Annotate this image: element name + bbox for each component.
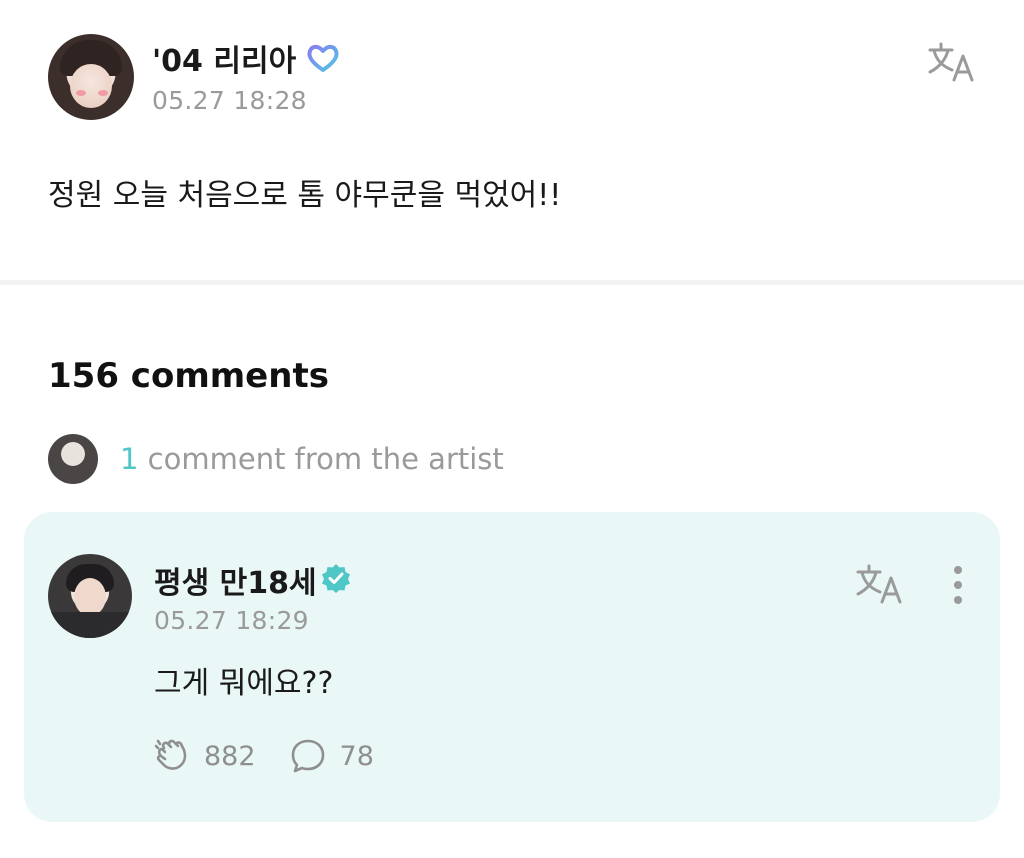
post: '04 리리아 05.27 18:28 정원 오늘 처음으로 톰 야무쿤을 먹었… — [0, 0, 1024, 282]
artist-comment-count: 1 — [120, 442, 139, 476]
heart-badge-icon — [307, 44, 339, 72]
like-button[interactable]: 882 — [152, 736, 256, 776]
artist-comment-label: comment from the artist — [138, 442, 504, 476]
translate-icon[interactable] — [926, 40, 976, 84]
artist-avatar-small — [48, 434, 98, 484]
artist-comment-summary[interactable]: 1 comment from the artist — [48, 434, 504, 484]
like-count: 882 — [204, 740, 256, 772]
more-vertical-icon[interactable] — [940, 560, 976, 610]
artist-comment-text: 그게 뭐에요?? — [154, 666, 334, 701]
artist-comment-timestamp: 05.27 18:29 — [154, 606, 309, 635]
speech-bubble-icon — [291, 739, 324, 773]
artist-comment-card: 평생 만18세 05.27 18:29 그게 뭐에요?? 882 78 — [24, 512, 1000, 822]
translate-icon[interactable] — [854, 562, 904, 606]
post-timestamp: 05.27 18:28 — [152, 86, 307, 115]
post-body-text: 정원 오늘 처음으로 톰 야무쿤을 먹었어!! — [48, 178, 562, 213]
post-author-avatar[interactable] — [48, 34, 134, 120]
verified-check-icon — [322, 564, 350, 593]
post-author-name[interactable]: '04 리리아 — [152, 36, 296, 80]
comments-count-title: 156 comments — [48, 356, 329, 396]
comment-actions: 882 78 — [152, 736, 406, 776]
cheer-hand-icon — [154, 739, 187, 770]
reply-count: 78 — [339, 740, 374, 772]
reply-button[interactable]: 78 — [288, 736, 374, 776]
section-divider — [0, 280, 1024, 285]
artist-name[interactable]: 평생 만18세 — [154, 558, 317, 602]
artist-comment-summary-text: 1 comment from the artist — [120, 442, 504, 476]
artist-avatar[interactable] — [48, 554, 132, 638]
